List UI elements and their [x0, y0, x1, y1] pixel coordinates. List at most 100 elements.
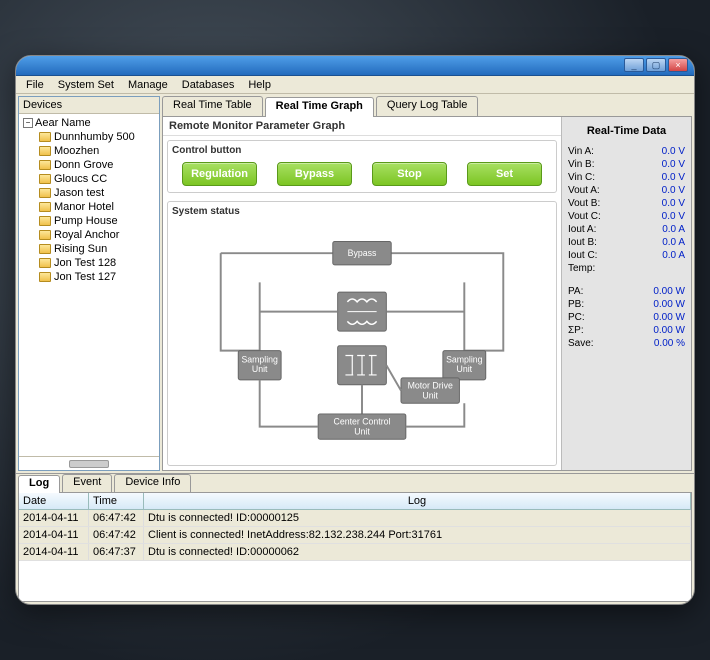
app-window: _ ▢ × File System Set Manage Databases H… — [15, 55, 695, 605]
rt-row: Vin A:0.0 V — [566, 145, 687, 158]
bypass-button[interactable]: Bypass — [277, 162, 352, 186]
rt-key: Iout C: — [568, 250, 597, 261]
rt-key: Vout B: — [568, 198, 600, 209]
rt-row: Iout C: 0.0 A — [566, 249, 687, 262]
menu-file[interactable]: File — [20, 79, 50, 91]
sidebar-title: Devices — [19, 97, 159, 114]
tree-item[interactable]: Manor Hotel — [39, 200, 157, 214]
rt-value: 0.00 W — [653, 312, 685, 323]
rt-key: Vout C: — [568, 211, 601, 222]
rt-key: Vout A: — [568, 185, 600, 196]
titlebar: _ ▢ × — [16, 56, 694, 76]
tree-item[interactable]: Gloucs CC — [39, 172, 157, 186]
tab-query-log-table[interactable]: Query Log Table — [376, 96, 479, 116]
folder-icon — [39, 174, 51, 184]
log-cell-time: 06:47:42 — [89, 510, 144, 526]
log-row[interactable]: 2014-04-1106:47:37Dtu is connected! ID:0… — [19, 544, 691, 561]
rt-row: ΣP: 0.00 W — [566, 324, 687, 337]
rt-value: 0.00 W — [653, 299, 685, 310]
set-button[interactable]: Set — [467, 162, 542, 186]
folder-icon — [39, 272, 51, 282]
menu-databases[interactable]: Databases — [176, 79, 241, 91]
tree-item[interactable]: Jon Test 128 — [39, 256, 157, 270]
menu-help[interactable]: Help — [242, 79, 277, 91]
rt-value: 0.0 A — [662, 224, 685, 235]
log-header-date[interactable]: Date — [19, 493, 89, 509]
tree-item[interactable]: Rising Sun — [39, 242, 157, 256]
system-diagram: Bypass Sampling Unit — [172, 221, 552, 451]
folder-icon — [39, 202, 51, 212]
menu-manage[interactable]: Manage — [122, 79, 174, 91]
rt-key: PA: — [568, 286, 583, 297]
tab-real-time-table[interactable]: Real Time Table — [162, 96, 263, 116]
rt-key: Iout A: — [568, 224, 596, 235]
tab-log[interactable]: Log — [18, 475, 60, 493]
devices-sidebar: Devices − Aear Name Dunnhumby 500Moozhen… — [18, 96, 160, 471]
rt-row: Iout B:0.0 A — [566, 236, 687, 249]
bottom-tabs: Log Event Device Info — [18, 474, 692, 492]
scroll-thumb[interactable] — [69, 460, 109, 468]
tree-item[interactable]: Pump House — [39, 214, 157, 228]
menu-system-set[interactable]: System Set — [52, 79, 120, 91]
rt-row: PC:0.00 W — [566, 311, 687, 324]
realtime-data-panel: Real-Time Data Vin A:0.0 VVin B:0.0 VVin… — [561, 117, 691, 470]
rt-row: Iout A: 0.0 A — [566, 223, 687, 236]
svg-text:Unit: Unit — [457, 364, 473, 374]
log-cell-time: 06:47:42 — [89, 527, 144, 543]
tree-item[interactable]: Dunnhumby 500 — [39, 130, 157, 144]
rt-row: Vin C:0.0 V — [566, 171, 687, 184]
log-cell-date: 2014-04-11 — [19, 544, 89, 560]
rt-key: ΣP: — [568, 325, 584, 336]
rt-row: PB: 0.00 W — [566, 298, 687, 311]
rt-value: 0.0 A — [662, 250, 685, 261]
close-button[interactable]: × — [668, 58, 688, 72]
tree-item[interactable]: Donn Grove — [39, 158, 157, 172]
system-status-section: System status Bypass — [167, 201, 557, 466]
log-header-log[interactable]: Log — [144, 493, 691, 509]
folder-icon — [39, 258, 51, 268]
tree-item-label: Jason test — [54, 187, 104, 199]
folder-icon — [39, 160, 51, 170]
log-header: Date Time Log — [19, 493, 691, 510]
tree-item[interactable]: Jason test — [39, 186, 157, 200]
rt-value: 0.0 A — [662, 237, 685, 248]
maximize-button[interactable]: ▢ — [646, 58, 666, 72]
minimize-button[interactable]: _ — [624, 58, 644, 72]
svg-text:Unit: Unit — [422, 390, 438, 400]
tree-item-label: Jon Test 128 — [54, 257, 116, 269]
tree-item[interactable]: Moozhen — [39, 144, 157, 158]
log-row[interactable]: 2014-04-1106:47:42Client is connected! I… — [19, 527, 691, 544]
folder-icon — [39, 132, 51, 142]
svg-text:Center Control: Center Control — [334, 417, 391, 427]
folder-icon — [39, 216, 51, 226]
rt-value: 0.0 V — [662, 211, 685, 222]
rt-key: PB: — [568, 299, 584, 310]
log-cell-log: Dtu is connected! ID:00000062 — [144, 544, 691, 560]
tab-event[interactable]: Event — [62, 474, 112, 492]
device-tree[interactable]: − Aear Name Dunnhumby 500MoozhenDonn Gro… — [19, 114, 159, 456]
log-row[interactable]: 2014-04-1106:47:42Dtu is connected! ID:0… — [19, 510, 691, 527]
tree-item[interactable]: Jon Test 127 — [39, 270, 157, 284]
system-status-label: System status — [172, 206, 552, 217]
tree-root[interactable]: − Aear Name — [21, 116, 157, 130]
rt-value: 0.0 V — [662, 172, 685, 183]
rt-key: Vin B: — [568, 159, 595, 170]
tree-root-label: Aear Name — [35, 117, 91, 129]
log-header-time[interactable]: Time — [89, 493, 144, 509]
tab-device-info[interactable]: Device Info — [114, 474, 191, 492]
tab-real-time-graph[interactable]: Real Time Graph — [265, 97, 374, 117]
tree-item[interactable]: Royal Anchor — [39, 228, 157, 242]
sidebar-scrollbar[interactable] — [19, 456, 159, 470]
stop-button[interactable]: Stop — [372, 162, 447, 186]
log-cell-time: 06:47:37 — [89, 544, 144, 560]
rt-row: Save:0.00 % — [566, 337, 687, 350]
tree-item-label: Moozhen — [54, 145, 99, 157]
regulation-button[interactable]: Regulation — [182, 162, 257, 186]
rt-value: 0.00 W — [653, 325, 685, 336]
log-cell-log: Client is connected! InetAddress:82.132.… — [144, 527, 691, 543]
rt-row: PA:0.00 W — [566, 285, 687, 298]
collapse-icon[interactable]: − — [23, 118, 33, 128]
main-tabs: Real Time Table Real Time Graph Query Lo… — [162, 96, 692, 116]
tree-item-label: Royal Anchor — [54, 229, 119, 241]
log-grid[interactable]: Date Time Log 2014-04-1106:47:42Dtu is c… — [18, 492, 692, 602]
